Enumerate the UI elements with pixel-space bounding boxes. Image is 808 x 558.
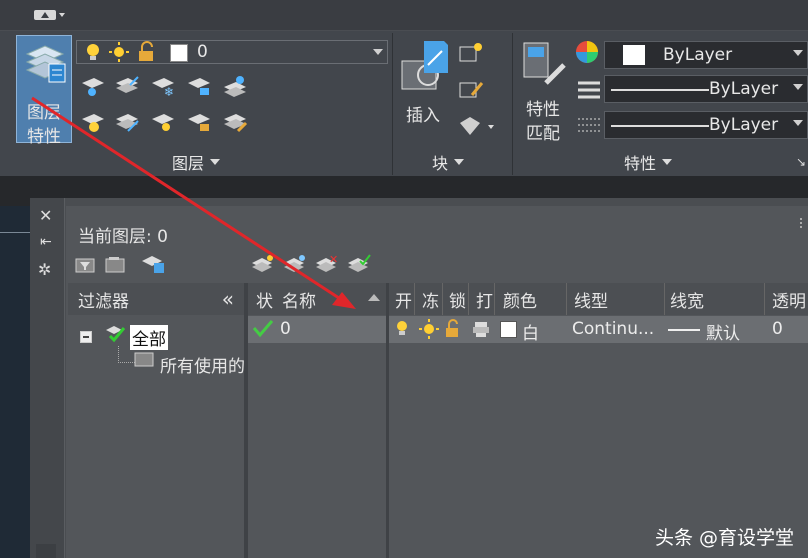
footer-watermark: 头条 @育设学堂: [654, 527, 794, 549]
annotation-arrow: [31, 96, 356, 309]
